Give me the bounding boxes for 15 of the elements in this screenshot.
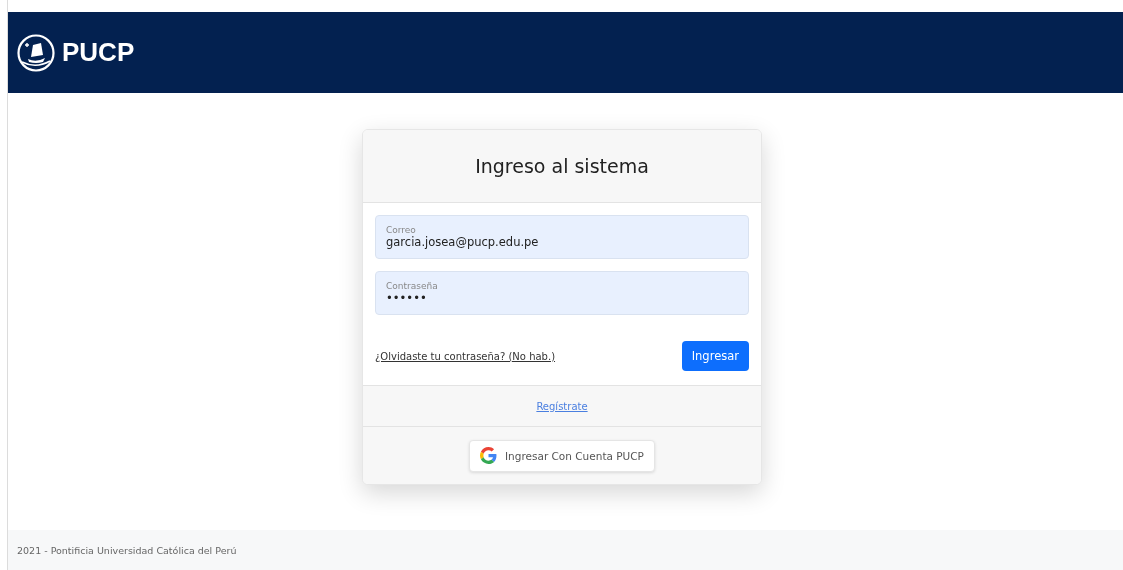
copyright-text: 2021 - Pontificia Universidad Católica del Perú <box>17 544 237 556</box>
brand-name: PUCP <box>62 37 135 68</box>
google-icon <box>480 447 497 464</box>
input-field[interactable]: Correo garcia.josea@pucp.edu.pe <box>375 215 749 259</box>
card-title: Ingreso al sistema <box>475 155 649 177</box>
field-label: Contraseña <box>386 281 439 291</box>
field-value: garcia.josea@pucp.edu.pe <box>386 235 540 249</box>
login-button[interactable]: Ingresar <box>681 341 749 371</box>
input-field[interactable]: Contraseña •••••• <box>375 271 749 315</box>
register-link[interactable]: Regístrate <box>536 400 588 412</box>
ship-logo-icon <box>16 32 56 73</box>
field-value: •••••• <box>386 291 428 305</box>
google-login-button[interactable]: Ingresar Con Cuenta PUCP <box>469 439 655 472</box>
forgot-password-link[interactable]: ¿Olvidaste tu contraseña? (No hab.) <box>375 350 556 362</box>
field-label: Correo <box>386 225 417 235</box>
